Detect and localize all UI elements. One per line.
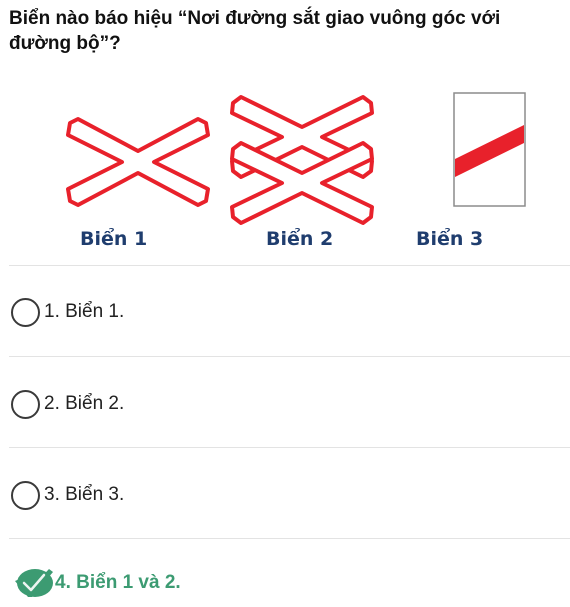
answer-option-label: 1. Biển 1. bbox=[44, 301, 125, 322]
sign-3-caption: Biển 3 bbox=[416, 228, 484, 250]
divider bbox=[9, 356, 570, 357]
answer-option-2[interactable]: 2. Biển 2. bbox=[11, 387, 551, 421]
sign-3-stripe-board-icon bbox=[453, 92, 526, 207]
answer-option-label: 4. Biển 1 và 2. bbox=[55, 572, 181, 593]
answer-option-label: 2. Biển 2. bbox=[44, 393, 125, 414]
sign-2-caption: Biển 2 bbox=[266, 228, 334, 250]
checkmark-icon[interactable] bbox=[13, 566, 53, 600]
sign-1-single-cross-icon bbox=[66, 117, 210, 207]
radio-empty-icon[interactable] bbox=[11, 297, 40, 327]
divider bbox=[9, 538, 570, 539]
sign-2-double-cross-icon bbox=[230, 95, 374, 225]
answer-option-label: 3. Biển 3. bbox=[44, 484, 125, 505]
answer-option-1[interactable]: 1. Biển 1. bbox=[11, 295, 551, 329]
question-text: Biển nào báo hiệu “Nơi đường sắt giao vu… bbox=[9, 8, 501, 54]
radio-empty-icon[interactable] bbox=[11, 389, 40, 419]
radio-empty-icon[interactable] bbox=[11, 480, 40, 510]
divider bbox=[9, 265, 570, 266]
divider bbox=[9, 447, 570, 448]
answer-option-3[interactable]: 3. Biển 3. bbox=[11, 478, 551, 512]
answer-option-4[interactable]: 4. Biển 1 và 2. bbox=[11, 566, 551, 600]
sign-1-caption: Biển 1 bbox=[80, 228, 148, 250]
